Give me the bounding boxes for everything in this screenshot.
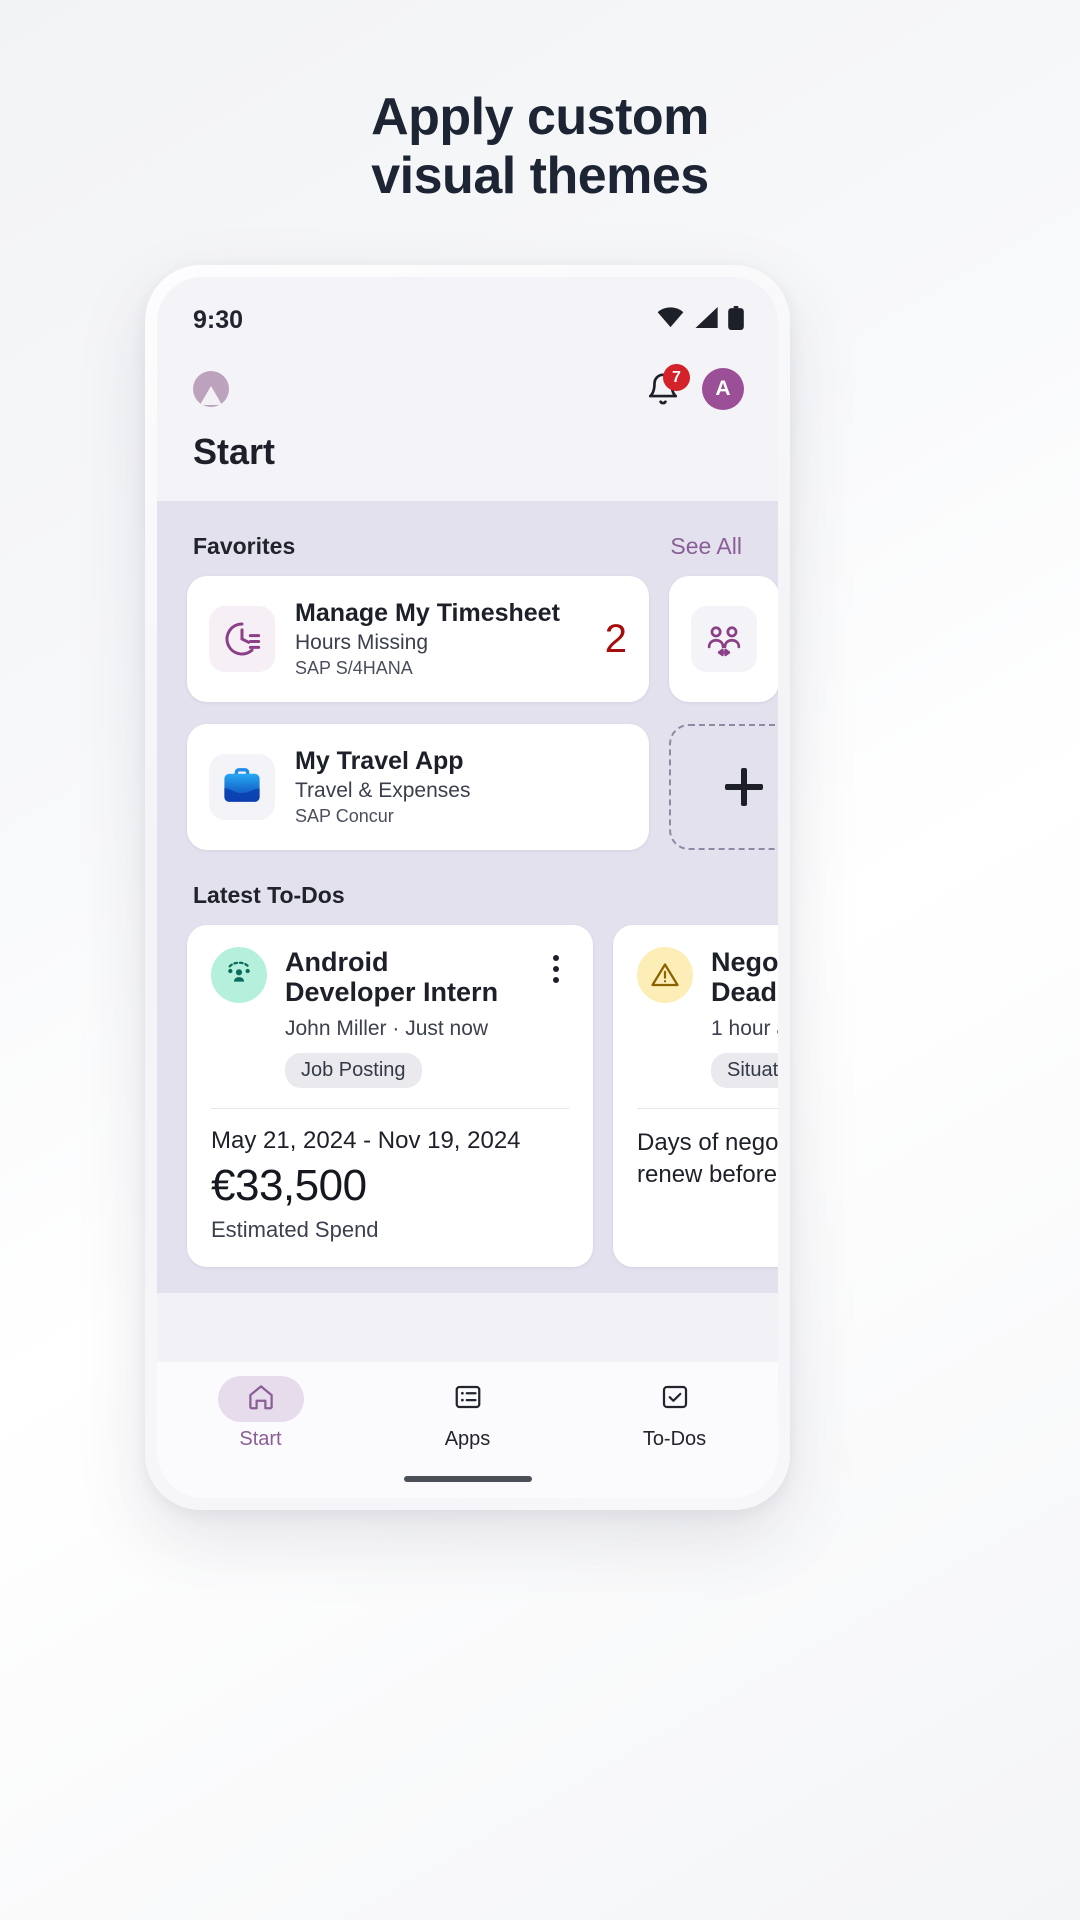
todo-card-job-posting[interactable]: Android Developer Intern John Miller · J… — [187, 925, 593, 1268]
battery-icon — [728, 305, 744, 335]
todo-checkbox-icon — [660, 1382, 690, 1417]
todo-date-range: May 21, 2024 - Nov 19, 2024 — [211, 1127, 521, 1155]
todos-section-header: Latest To-Dos — [157, 850, 778, 925]
favorite-texts: Manage My Timesheet Hours Missing SAP S/… — [295, 599, 575, 679]
home-indicator — [403, 1476, 532, 1482]
todo-amount-label: Estimated Spend — [211, 1217, 379, 1243]
phone-screen: 9:30 7 A Start Favorites See All Manage … — [157, 277, 778, 1498]
timesheet-clock-icon — [209, 606, 275, 672]
status-icons — [657, 305, 744, 335]
avatar[interactable]: A — [702, 368, 744, 410]
todo-chip: Situation — [711, 1053, 778, 1089]
plus-icon — [725, 768, 763, 806]
todo-meta: John Miller · Just now — [285, 1017, 489, 1041]
header-actions: 7 A — [646, 364, 744, 410]
favorite-subtitle: Hours Missing — [295, 630, 429, 654]
todo-title: Negotiation Deadline — [711, 947, 778, 1008]
headline-rest: custom — [513, 88, 709, 146]
cellular-signal-icon — [693, 307, 719, 333]
warning-triangle-icon — [637, 947, 693, 1003]
app-header: 7 A Start — [157, 349, 778, 501]
todo-amount: €33,500 — [211, 1161, 367, 1211]
tab-label: To-Dos — [642, 1428, 707, 1450]
headline-line-2: visual themes — [371, 147, 709, 206]
favorites-see-all-link[interactable]: See All — [670, 533, 742, 560]
favorite-count: 2 — [604, 616, 627, 661]
bottom-navigation: Start Apps To-Dos — [157, 1362, 778, 1498]
tab-todos[interactable]: To-Dos — [600, 1376, 750, 1451]
tab-pill — [425, 1376, 511, 1422]
favorite-texts: My Travel App Travel & Expenses SAP Conc… — [295, 747, 627, 827]
phone-mockup: 9:30 7 A Start Favorites See All Manage … — [145, 265, 790, 1510]
favorite-card-timesheet[interactable]: Manage My Timesheet Hours Missing SAP S/… — [187, 576, 649, 702]
favorite-source: SAP S/4HANA — [295, 657, 413, 678]
todo-body: Android Developer Intern John Miller · J… — [285, 947, 525, 1089]
page-title: Start — [193, 431, 276, 472]
favorites-row-1[interactable]: Manage My Timesheet Hours Missing SAP S/… — [157, 576, 778, 702]
status-bar: 9:30 — [157, 277, 778, 349]
favorite-source: SAP Concur — [295, 805, 394, 826]
tab-label: Start — [239, 1428, 282, 1450]
todos-title: Latest To-Dos — [193, 882, 345, 908]
notifications-badge: 7 — [663, 364, 690, 391]
home-icon — [246, 1382, 276, 1417]
todo-top: Android Developer Intern John Miller · J… — [211, 947, 569, 1089]
content-scroll[interactable]: Favorites See All Manage My Timesheet Ho… — [157, 501, 778, 1293]
todo-meta: 1 hour ago — [711, 1017, 778, 1041]
tab-label: Apps — [444, 1428, 491, 1450]
todo-top: Negotiation Deadline 1 hour ago Situatio… — [637, 947, 778, 1089]
tab-start[interactable]: Start — [186, 1376, 336, 1451]
tab-apps[interactable]: Apps — [393, 1376, 543, 1451]
favorites-row-2[interactable]: My Travel App Travel & Expenses SAP Conc… — [157, 724, 778, 850]
todo-title: Android Developer Intern — [285, 947, 499, 1008]
briefcase-icon — [209, 754, 275, 820]
favorite-title: My Travel App — [295, 747, 464, 776]
add-favorite-button[interactable] — [669, 724, 778, 850]
notifications-button[interactable]: 7 — [646, 364, 690, 406]
favorite-subtitle: Travel & Expenses — [295, 778, 471, 802]
candidate-group-icon — [211, 947, 267, 1003]
favorites-title: Favorites — [193, 533, 296, 559]
todos-row[interactable]: Android Developer Intern John Miller · J… — [157, 925, 778, 1268]
headline-accent-word: Apply — [371, 88, 514, 146]
apps-grid-icon — [453, 1382, 483, 1417]
status-time: 9:30 — [193, 305, 244, 334]
sap-logo-icon[interactable] — [193, 371, 229, 407]
todo-body-text: Days of negotiation. Please renew before… — [637, 1129, 778, 1188]
favorite-card-travel[interactable]: My Travel App Travel & Expenses SAP Conc… — [187, 724, 649, 850]
favorite-card-partial[interactable] — [669, 576, 778, 702]
tab-pill — [217, 1376, 304, 1422]
todo-card-situation[interactable]: Negotiation Deadline 1 hour ago Situatio… — [613, 925, 778, 1268]
favorite-title: Manage My Timesheet — [295, 599, 560, 628]
people-exchange-icon — [691, 606, 757, 672]
insights-section-header: Insights — [157, 1267, 778, 1293]
kebab-menu-icon[interactable] — [543, 947, 569, 1088]
todo-body: Negotiation Deadline 1 hour ago Situatio… — [711, 947, 778, 1089]
app-header-row: 7 A — [193, 357, 744, 421]
promo-headline: Apply custom visual themes — [0, 88, 1080, 207]
tab-pill — [632, 1376, 718, 1422]
divider — [637, 1108, 778, 1110]
wifi-icon — [657, 307, 684, 333]
divider — [211, 1108, 569, 1110]
todo-chip: Job Posting — [285, 1053, 422, 1089]
favorites-section-header: Favorites See All — [157, 501, 778, 576]
bell-icon — [646, 373, 680, 410]
